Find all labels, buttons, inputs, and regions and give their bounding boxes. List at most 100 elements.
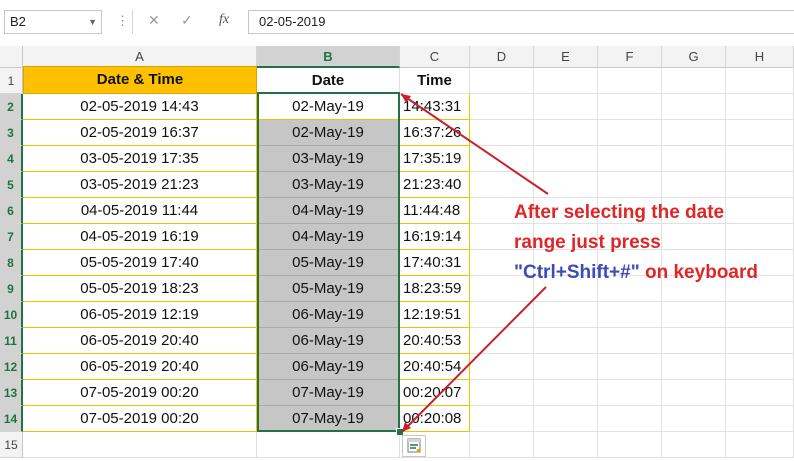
table-cell[interactable] [534,432,598,458]
table-cell[interactable] [726,432,794,458]
table-cell-date[interactable]: 03-May-19 [257,146,400,172]
table-cell[interactable] [726,68,794,94]
row-header-5[interactable]: 5 [0,172,23,198]
table-cell[interactable] [598,94,662,120]
table-cell[interactable] [470,406,534,432]
table-cell-date[interactable]: 06-May-19 [257,302,400,328]
function-icon[interactable]: fx [219,12,229,28]
table-cell[interactable] [598,380,662,406]
column-header-c[interactable]: C [400,46,470,68]
table-cell-date[interactable]: 02-May-19 [257,120,400,146]
table-cell[interactable] [662,380,726,406]
table-cell[interactable] [726,380,794,406]
row-header-3[interactable]: 3 [0,120,23,146]
table-cell[interactable] [534,328,598,354]
table-cell-datetime[interactable]: 06-05-2019 20:40 [23,354,257,380]
table-cell[interactable] [470,120,534,146]
table-cell[interactable] [598,354,662,380]
header-cell-time[interactable]: Time [400,68,470,94]
table-cell-datetime[interactable]: 02-05-2019 16:37 [23,120,257,146]
table-cell-time[interactable]: 16:19:14 [400,224,470,250]
column-header-e[interactable]: E [534,46,598,68]
row-header-7[interactable]: 7 [0,224,23,250]
table-cell[interactable] [598,120,662,146]
table-cell[interactable] [726,172,794,198]
table-cell[interactable] [662,120,726,146]
table-cell-time[interactable]: 11:44:48 [400,198,470,224]
table-cell-date[interactable]: 07-May-19 [257,380,400,406]
table-cell-date[interactable]: 03-May-19 [257,172,400,198]
table-cell[interactable] [662,432,726,458]
table-cell-time[interactable]: 00:20:08 [400,406,470,432]
table-cell[interactable] [470,68,534,94]
table-cell[interactable] [534,354,598,380]
column-header-f[interactable]: F [598,46,662,68]
table-cell[interactable] [470,94,534,120]
row-header-11[interactable]: 11 [0,328,23,354]
table-cell-time[interactable]: 14:43:31 [400,94,470,120]
table-cell[interactable] [534,68,598,94]
table-cell-time[interactable]: 18:23:59 [400,276,470,302]
table-cell-datetime[interactable]: 02-05-2019 14:43 [23,94,257,120]
table-cell-time[interactable]: 16:37:26 [400,120,470,146]
table-cell[interactable] [534,406,598,432]
table-cell-datetime[interactable]: 05-05-2019 18:23 [23,276,257,302]
table-cell[interactable] [598,302,662,328]
table-cell[interactable] [470,380,534,406]
table-cell[interactable] [534,380,598,406]
table-cell-time[interactable]: 17:40:31 [400,250,470,276]
more-options-icon[interactable]: ⋮ [116,13,129,29]
table-cell-time[interactable]: 20:40:53 [400,328,470,354]
table-cell[interactable] [662,302,726,328]
active-cell[interactable]: 02-May-19 [257,94,400,120]
table-cell-datetime[interactable]: 06-05-2019 20:40 [23,328,257,354]
column-header-h[interactable]: H [726,46,794,68]
row-header-15[interactable]: 15 [0,432,23,458]
table-cell-date[interactable]: 04-May-19 [257,198,400,224]
table-cell[interactable] [726,120,794,146]
row-header-9[interactable]: 9 [0,276,23,302]
row-header-12[interactable]: 12 [0,354,23,380]
table-cell[interactable] [470,354,534,380]
table-cell-time[interactable]: 17:35:19 [400,146,470,172]
table-cell[interactable] [257,432,400,458]
table-cell[interactable] [726,224,794,250]
table-cell[interactable] [662,354,726,380]
header-cell-date-time[interactable]: Date & Time [23,66,257,94]
quick-analysis-button[interactable] [402,435,426,457]
name-box[interactable]: B2 ▼ [4,10,102,34]
table-cell[interactable] [662,406,726,432]
row-header-14[interactable]: 14 [0,406,23,432]
table-cell-datetime[interactable]: 04-05-2019 11:44 [23,198,257,224]
table-cell-date[interactable]: 05-May-19 [257,250,400,276]
row-header-8[interactable]: 8 [0,250,23,276]
table-cell-date[interactable]: 04-May-19 [257,224,400,250]
table-cell[interactable] [726,302,794,328]
row-header-13[interactable]: 13 [0,380,23,406]
table-cell[interactable] [662,172,726,198]
column-header-b[interactable]: B [257,46,400,68]
table-cell-date[interactable]: 07-May-19 [257,406,400,432]
row-header-4[interactable]: 4 [0,146,23,172]
column-header-a[interactable]: A [23,46,257,68]
row-header-10[interactable]: 10 [0,302,23,328]
table-cell[interactable] [598,406,662,432]
dropdown-arrow-icon[interactable]: ▼ [88,11,97,33]
header-cell-date[interactable]: Date [257,68,400,94]
table-cell[interactable] [534,94,598,120]
row-header-2[interactable]: 2 [0,94,23,120]
enter-icon[interactable]: ✓ [181,12,193,29]
row-header-6[interactable]: 6 [0,198,23,224]
cancel-icon[interactable]: ✕ [148,12,160,29]
table-cell-datetime[interactable]: 06-05-2019 12:19 [23,302,257,328]
table-cell[interactable] [534,172,598,198]
table-cell[interactable] [726,354,794,380]
select-all-corner[interactable] [0,46,23,68]
table-cell[interactable] [23,432,257,458]
table-cell[interactable] [726,406,794,432]
table-cell[interactable] [470,172,534,198]
table-cell-datetime[interactable]: 04-05-2019 16:19 [23,224,257,250]
column-header-d[interactable]: D [470,46,534,68]
table-cell[interactable] [598,172,662,198]
table-cell[interactable] [470,302,534,328]
